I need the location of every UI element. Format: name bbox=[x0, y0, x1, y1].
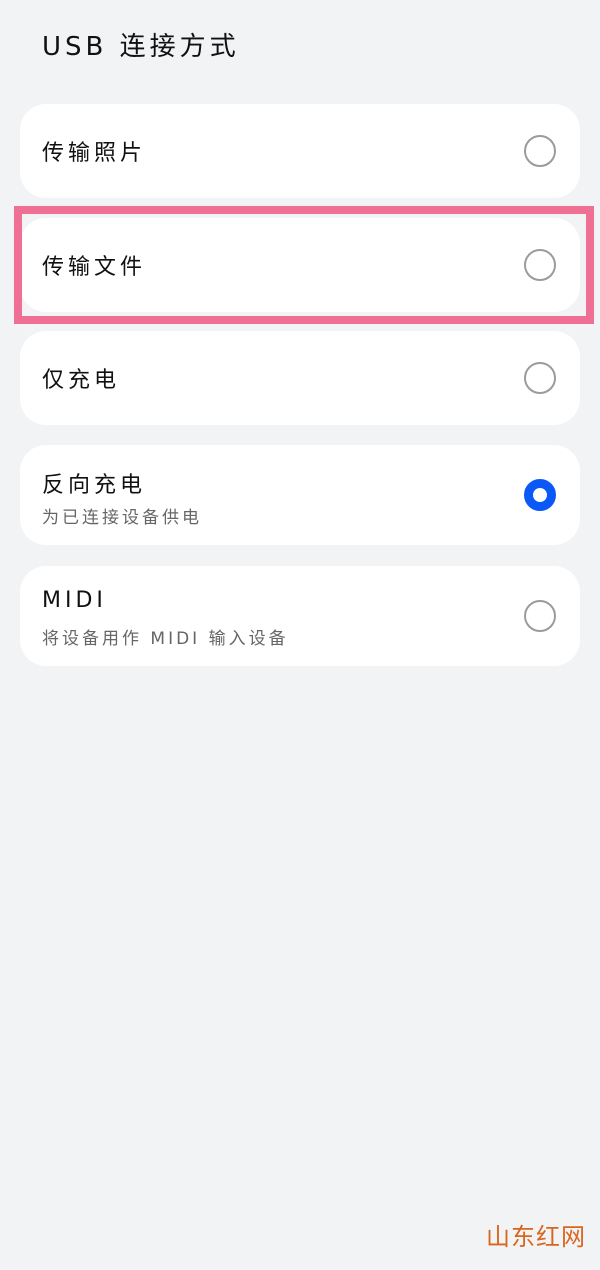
radio-button-icon[interactable] bbox=[524, 135, 556, 167]
option-label: 传输文件 bbox=[42, 255, 147, 280]
option-midi[interactable]: MIDI 将设备用作 MIDI 输入设备 bbox=[20, 566, 580, 666]
watermark-logo: 山东红网 bbox=[486, 1223, 586, 1251]
radio-button-icon[interactable] bbox=[524, 249, 556, 281]
radio-button-icon[interactable] bbox=[524, 362, 556, 394]
page-title: USB 连接方式 bbox=[42, 32, 240, 62]
option-label: MIDI bbox=[42, 588, 107, 613]
option-subtitle: 为已连接设备供电 bbox=[42, 508, 202, 528]
option-transfer-photos[interactable]: 传输照片 bbox=[20, 104, 580, 198]
option-label: 仅充电 bbox=[42, 368, 121, 393]
option-reverse-charge[interactable]: 反向充电 为已连接设备供电 bbox=[20, 445, 580, 545]
radio-selected-icon[interactable] bbox=[524, 479, 556, 511]
option-transfer-files[interactable]: 传输文件 bbox=[20, 218, 580, 312]
radio-button-icon[interactable] bbox=[524, 600, 556, 632]
option-label: 传输照片 bbox=[42, 141, 147, 166]
option-charge-only[interactable]: 仅充电 bbox=[20, 331, 580, 425]
option-label: 反向充电 bbox=[42, 473, 147, 498]
option-subtitle: 将设备用作 MIDI 输入设备 bbox=[42, 629, 289, 649]
